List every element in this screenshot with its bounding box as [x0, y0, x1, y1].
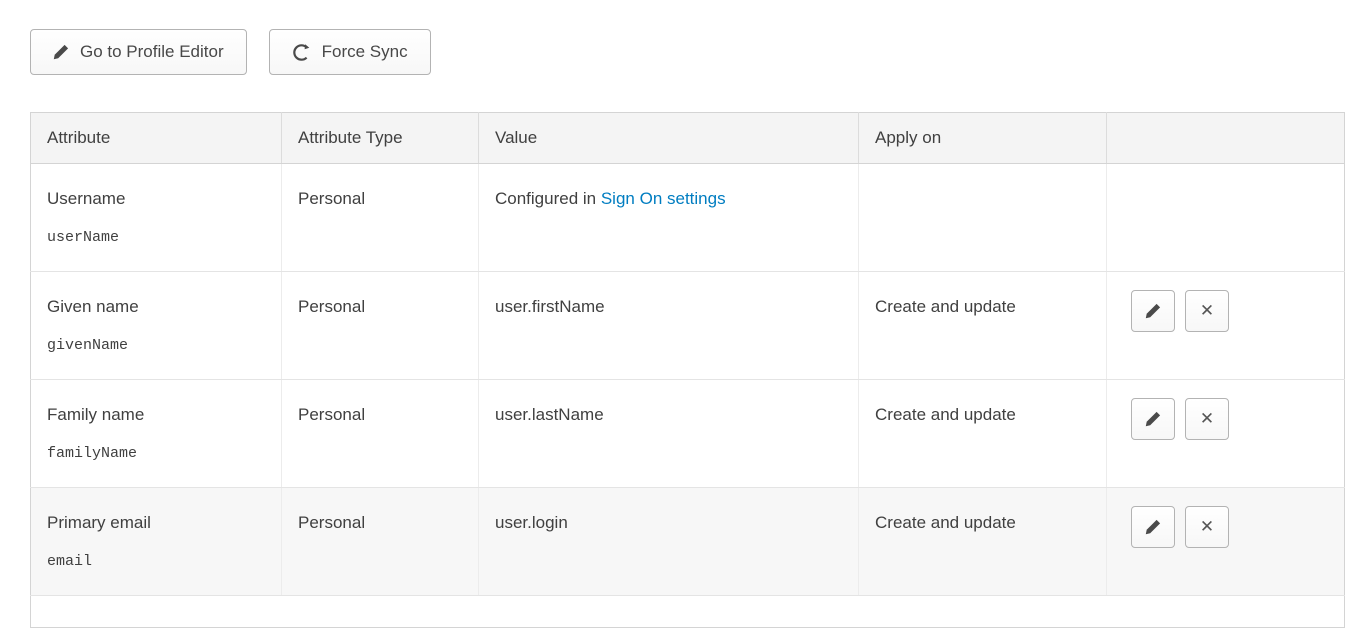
header-attribute-type: Attribute Type	[282, 113, 479, 164]
actions-cell	[1107, 164, 1345, 272]
attribute-key: familyName	[47, 445, 265, 462]
pencil-icon	[1145, 411, 1161, 427]
actions-cell: ✕	[1107, 488, 1345, 596]
header-apply-on: Apply on	[859, 113, 1107, 164]
attribute-key: email	[47, 553, 265, 570]
attribute-type-cell: Personal	[282, 380, 479, 488]
attribute-type-cell: Personal	[282, 164, 479, 272]
header-actions	[1107, 113, 1345, 164]
table-row-partial	[31, 596, 1345, 628]
edit-attribute-button[interactable]	[1131, 506, 1175, 548]
close-icon: ✕	[1200, 517, 1214, 537]
table-row-family-name: Family name familyName Personal user.las…	[31, 380, 1345, 488]
sign-on-settings-link[interactable]: Sign On settings	[601, 189, 726, 208]
value-cell: Configured in Sign On settings	[479, 164, 859, 272]
apply-on-cell: Create and update	[859, 380, 1107, 488]
apply-on-cell: Create and update	[859, 272, 1107, 380]
value-cell: user.login	[479, 488, 859, 596]
force-sync-label: Force Sync	[322, 42, 408, 62]
attribute-label: Family name	[47, 405, 265, 425]
value-cell: user.firstName	[479, 272, 859, 380]
apply-on-cell: Create and update	[859, 488, 1107, 596]
attribute-mappings-table: Attribute Attribute Type Value Apply on …	[30, 112, 1345, 628]
go-to-profile-editor-label: Go to Profile Editor	[80, 42, 224, 62]
attribute-mappings-page: Go to Profile Editor Force Sync Attribut…	[0, 0, 1370, 628]
pencil-icon	[53, 44, 69, 60]
attribute-type-cell: Personal	[282, 488, 479, 596]
actions-cell: ✕	[1107, 272, 1345, 380]
attribute-label: Primary email	[47, 513, 265, 533]
attribute-label: Username	[47, 189, 265, 209]
table-row-given-name: Given name givenName Personal user.first…	[31, 272, 1345, 380]
attribute-key: userName	[47, 229, 265, 246]
attribute-type-cell: Personal	[282, 272, 479, 380]
attribute-label: Given name	[47, 297, 265, 317]
header-value: Value	[479, 113, 859, 164]
table-header: Attribute Attribute Type Value Apply on	[31, 113, 1345, 164]
delete-attribute-button[interactable]: ✕	[1185, 506, 1229, 548]
delete-attribute-button[interactable]: ✕	[1185, 290, 1229, 332]
apply-on-cell	[859, 164, 1107, 272]
refresh-icon	[292, 43, 311, 62]
pencil-icon	[1145, 303, 1161, 319]
table-row-username: Username userName Personal Configured in…	[31, 164, 1345, 272]
go-to-profile-editor-button[interactable]: Go to Profile Editor	[30, 29, 247, 75]
edit-attribute-button[interactable]	[1131, 290, 1175, 332]
delete-attribute-button[interactable]: ✕	[1185, 398, 1229, 440]
value-cell: user.lastName	[479, 380, 859, 488]
toolbar: Go to Profile Editor Force Sync	[30, 29, 1344, 75]
actions-cell: ✕	[1107, 380, 1345, 488]
close-icon: ✕	[1200, 409, 1214, 429]
value-text: Configured in	[495, 189, 601, 208]
header-attribute: Attribute	[31, 113, 282, 164]
table-row-primary-email: Primary email email Personal user.login …	[31, 488, 1345, 596]
force-sync-button[interactable]: Force Sync	[269, 29, 431, 75]
attribute-key: givenName	[47, 337, 265, 354]
pencil-icon	[1145, 519, 1161, 535]
edit-attribute-button[interactable]	[1131, 398, 1175, 440]
close-icon: ✕	[1200, 301, 1214, 321]
